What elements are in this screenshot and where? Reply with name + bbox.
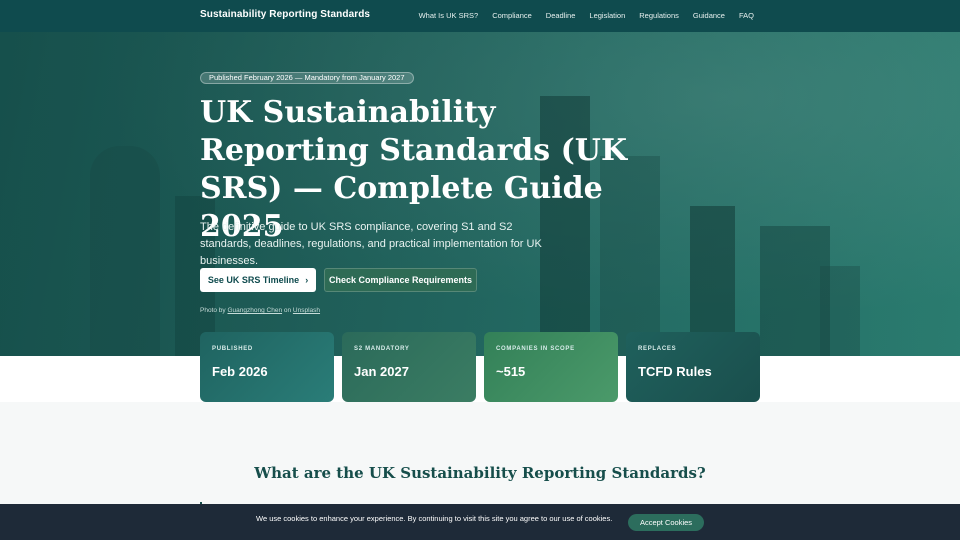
intro-section: What are the UK Sustainability Reporting… xyxy=(0,402,960,504)
stat-value: Jan 2027 xyxy=(354,364,409,379)
stat-card-replaces: REPLACES TCFD Rules xyxy=(626,332,760,402)
stat-label: PUBLISHED xyxy=(212,346,253,352)
stat-value: ~515 xyxy=(496,364,526,379)
stat-label: REPLACES xyxy=(638,346,677,352)
publication-badge: Published February 2026 — Mandatory from… xyxy=(200,72,414,84)
top-navigation: Sustainability Reporting Standards What … xyxy=(0,0,960,32)
check-compliance-label: Check Compliance Requirements xyxy=(328,275,473,285)
see-timeline-label: See UK SRS Timeline xyxy=(207,275,300,285)
stat-value: TCFD Rules xyxy=(638,364,712,379)
photo-credit: Photo by Guangzhong Chen on Unsplash xyxy=(200,307,320,314)
nav-link-guidance[interactable]: Guidance xyxy=(693,11,725,20)
see-timeline-button[interactable]: See UK SRS Timeline › xyxy=(200,268,316,292)
stat-card-published: PUBLISHED Feb 2026 xyxy=(200,332,334,402)
credit-author-link[interactable]: Guangzhong Chen xyxy=(227,307,282,314)
stat-label: COMPANIES IN SCOPE xyxy=(496,346,575,352)
hero-section: Published February 2026 — Mandatory from… xyxy=(0,32,960,356)
nav-link-deadline[interactable]: Deadline xyxy=(546,11,576,20)
credit-prefix: Photo by xyxy=(200,307,226,314)
stat-label: S2 MANDATORY xyxy=(354,346,410,352)
accept-cookies-button[interactable]: Accept Cookies xyxy=(628,514,704,531)
nav-links: What Is UK SRS? Compliance Deadline Legi… xyxy=(419,11,754,20)
nav-link-regulations[interactable]: Regulations xyxy=(639,11,679,20)
check-compliance-button[interactable]: Check Compliance Requirements xyxy=(324,268,477,292)
site-logo-text[interactable]: Sustainability Reporting Standards xyxy=(200,9,370,20)
nav-link-compliance[interactable]: Compliance xyxy=(492,11,532,20)
hero-subtitle: The definitive guide to UK SRS complianc… xyxy=(200,221,542,267)
nav-link-faq[interactable]: FAQ xyxy=(739,11,754,20)
section-heading: What are the UK Sustainability Reporting… xyxy=(254,464,706,482)
stat-card-s2-mandatory: S2 MANDATORY Jan 2027 xyxy=(342,332,476,402)
credit-mid: on xyxy=(283,307,292,314)
stat-card-companies-in-scope: COMPANIES IN SCOPE ~515 xyxy=(484,332,618,402)
nav-link-what-is-uk-srs[interactable]: What Is UK SRS? xyxy=(419,11,479,20)
key-stats: PUBLISHED Feb 2026 S2 MANDATORY Jan 2027… xyxy=(200,332,760,402)
cookie-message: We use cookies to enhance your experienc… xyxy=(256,514,613,523)
chevron-right-icon: › xyxy=(305,275,309,285)
cookie-banner: We use cookies to enhance your experienc… xyxy=(0,504,960,540)
credit-site-link[interactable]: Unsplash xyxy=(293,307,320,314)
stat-value: Feb 2026 xyxy=(212,364,268,379)
nav-link-legislation[interactable]: Legislation xyxy=(589,11,625,20)
